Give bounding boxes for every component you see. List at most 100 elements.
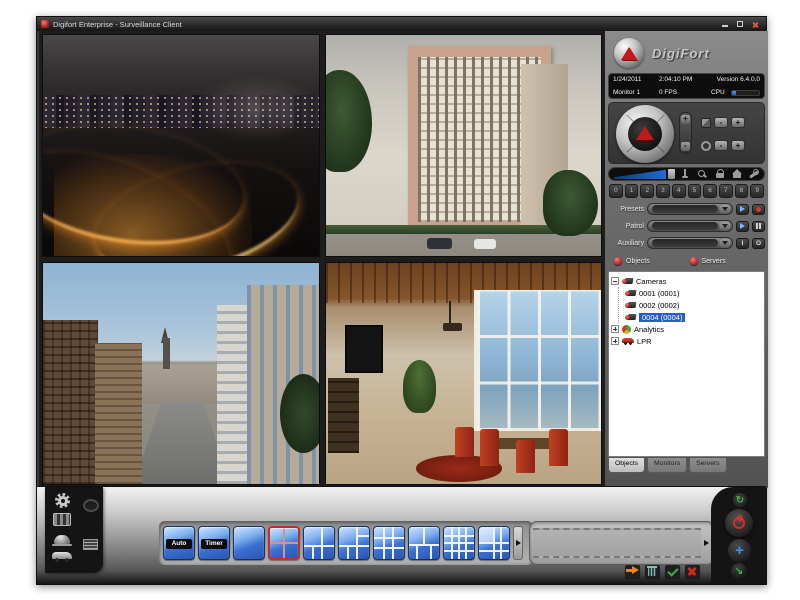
tab-monitors[interactable]: Monitors — [647, 458, 687, 473]
joystick-hub[interactable] — [628, 117, 662, 151]
add-button[interactable]: + — [728, 539, 751, 562]
preset-number-2[interactable]: 2 — [640, 184, 654, 198]
sequence-slot-track[interactable] — [533, 528, 701, 558]
delete-mosaic-button[interactable] — [645, 565, 660, 578]
layout-1plus5-button[interactable] — [303, 526, 335, 560]
preset-number-0[interactable]: 0 — [609, 184, 623, 198]
settings-wrench-icon[interactable] — [749, 169, 759, 179]
preset-go-button[interactable] — [736, 204, 749, 215]
patrol-play-button[interactable] — [736, 221, 749, 232]
preset-number-9[interactable]: 9 — [750, 184, 764, 198]
mosaic-grid-icon[interactable] — [83, 539, 98, 550]
layout-1plus7-button[interactable] — [338, 526, 370, 560]
auxiliary-off-button[interactable]: O — [752, 238, 765, 249]
focus-plus-button[interactable]: + — [731, 117, 745, 128]
preset-number-6[interactable]: 6 — [703, 184, 717, 198]
zoom-out-button[interactable]: - — [681, 142, 690, 151]
camera-tile-night-city[interactable] — [42, 34, 320, 257]
tree-group-cameras[interactable]: Cameras — [611, 275, 762, 287]
auto-cycle-button[interactable]: Auto — [163, 526, 195, 560]
layout-1plus12-button[interactable] — [478, 526, 510, 560]
timer-button[interactable]: Timer — [198, 526, 230, 560]
preset-number-1[interactable]: 1 — [625, 184, 639, 198]
tree-item-camera[interactable]: 0002 (0002) — [625, 299, 762, 311]
pause-icon — [756, 223, 761, 229]
monitor-matrix-icon[interactable] — [53, 513, 71, 526]
preset-number-7[interactable]: 7 — [719, 184, 733, 198]
auxiliary-value — [652, 239, 718, 247]
auxiliary-on-button[interactable]: I — [736, 238, 749, 249]
auxiliary-dropdown[interactable] — [647, 237, 733, 249]
status-fps: 0 FPS — [659, 89, 707, 96]
play-icon — [740, 206, 745, 212]
title-bar[interactable]: Digifort Enterprise - Surveillance Clien… — [37, 17, 766, 31]
auxiliary-dropdown-button[interactable] — [720, 239, 730, 248]
close-button[interactable] — [750, 20, 760, 29]
camera-children: 0001 (0001) 0002 (0002) 0004 (0004) — [618, 287, 762, 323]
layout-3x3-button[interactable] — [373, 526, 405, 560]
preset-number-8[interactable]: 8 — [735, 184, 749, 198]
patrol-pause-button[interactable] — [752, 221, 765, 232]
presets-row: Presets — [608, 202, 765, 216]
tree-group-lpr[interactable]: LPR — [611, 335, 762, 347]
load-mosaic-button[interactable] — [625, 565, 640, 578]
screen-style-button[interactable] — [83, 499, 99, 512]
presets-dropdown-button[interactable] — [720, 205, 730, 214]
speed-slider-thumb[interactable] — [668, 169, 675, 179]
patrol-dropdown-button[interactable] — [720, 222, 730, 231]
layout-2plus8-button[interactable] — [408, 526, 440, 560]
settings-gear-icon[interactable] — [55, 493, 70, 508]
layout-2x2-button-selected[interactable] — [268, 526, 300, 560]
expander-collapsed-icon[interactable] — [611, 337, 619, 345]
iris-minus-button[interactable]: - — [714, 140, 728, 151]
iris-plus-button[interactable]: + — [731, 140, 745, 151]
camera-tile-interior[interactable] — [325, 262, 603, 485]
ptz-panel: + - - + - + — [608, 102, 765, 164]
camera-label: 0001 (0001) — [639, 289, 679, 298]
camera-tile-street[interactable] — [42, 262, 320, 485]
preset-record-button[interactable] — [752, 204, 765, 215]
speed-slider[interactable] — [614, 169, 666, 179]
expander-expanded-icon[interactable] — [611, 277, 619, 285]
servers-toggle[interactable]: Servers — [690, 257, 760, 265]
red-chair — [480, 429, 499, 467]
layout-4x4-button[interactable] — [443, 526, 475, 560]
zoom-tool-icon[interactable] — [697, 169, 707, 179]
status-date: 1/24/2011 — [613, 76, 655, 83]
camera-tile-office-building[interactable] — [325, 34, 603, 257]
objects-tree: Cameras 0001 (0001) 0002 (0002) 0004 (00… — [608, 271, 765, 457]
tab-servers[interactable]: Servers — [689, 458, 726, 473]
presets-dropdown[interactable] — [647, 203, 733, 215]
layout-single-button[interactable] — [233, 526, 265, 560]
minimize-button[interactable] — [720, 20, 730, 29]
minimize-panel-button[interactable]: ↘ — [731, 563, 747, 579]
tree-item-camera[interactable]: 0001 (0001) — [625, 287, 762, 299]
refresh-button[interactable]: ↻ — [733, 493, 747, 507]
preset-number-4[interactable]: 4 — [672, 184, 686, 198]
focus-minus-button[interactable]: - — [714, 117, 728, 128]
patrol-dropdown[interactable] — [647, 220, 733, 232]
preset-number-3[interactable]: 3 — [656, 184, 670, 198]
ptz-zoom-slider: + - — [679, 112, 692, 154]
restore-button[interactable] — [735, 20, 745, 29]
lock-icon[interactable] — [715, 169, 725, 179]
ptz-joystick[interactable] — [616, 105, 674, 163]
objects-toggle[interactable]: Objects — [614, 257, 684, 265]
restore-icon — [737, 21, 743, 27]
cancel-button[interactable] — [685, 565, 700, 578]
dome-camera-icon[interactable] — [54, 535, 70, 544]
preset-number-5[interactable]: 5 — [688, 184, 702, 198]
lpr-module-icon[interactable] — [52, 551, 72, 562]
tree-item-camera-selected[interactable]: 0004 (0004) — [625, 311, 762, 323]
sequence-next-button[interactable] — [701, 528, 711, 558]
home-position-icon[interactable] — [732, 169, 742, 179]
auxiliary-row: Auxiliary I O — [608, 236, 765, 250]
tree-group-analytics[interactable]: Analytics — [611, 323, 762, 335]
joystick-mode-icon[interactable] — [680, 169, 690, 179]
zoom-in-button[interactable]: + — [681, 115, 690, 124]
confirm-button[interactable] — [665, 565, 680, 578]
tab-objects[interactable]: Objects — [608, 458, 645, 473]
power-button[interactable] — [725, 509, 753, 537]
more-layouts-button[interactable] — [513, 526, 523, 560]
expander-collapsed-icon[interactable] — [611, 325, 619, 333]
